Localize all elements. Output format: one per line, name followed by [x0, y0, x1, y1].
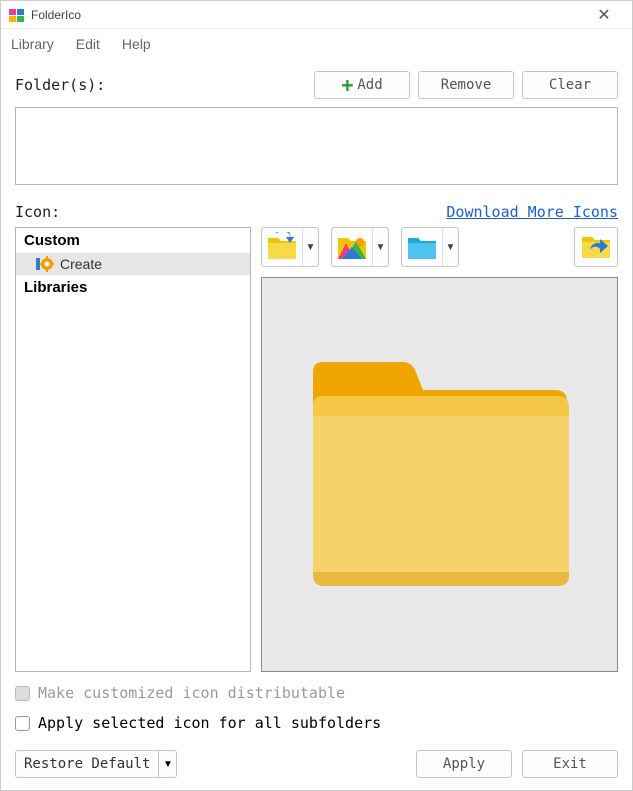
palette-color-dropdown[interactable]: ▼ [331, 227, 389, 267]
folders-list[interactable] [15, 107, 618, 185]
palette-row: ▼ ▼ ▼ [261, 227, 618, 267]
mid-section: Custom Create Libraries [15, 227, 618, 672]
titlebar: FolderIco ✕ [1, 1, 632, 29]
share-folder-icon [580, 231, 612, 264]
clear-button[interactable]: Clear [522, 71, 618, 99]
exit-button[interactable]: Exit [522, 750, 618, 778]
right-column: ▼ ▼ ▼ [261, 227, 618, 672]
icon-preview [261, 277, 618, 672]
icon-library-sidebar: Custom Create Libraries [15, 227, 251, 672]
menu-library[interactable]: Library [11, 36, 54, 52]
folder-preview-icon [295, 350, 585, 600]
remove-button[interactable]: Remove [418, 71, 514, 99]
apply-button[interactable]: Apply [416, 750, 512, 778]
chevron-down-icon: ▼ [372, 228, 388, 266]
subfolders-row: Apply selected icon for all subfolders [15, 714, 618, 732]
folders-label: Folder(s): [15, 76, 306, 94]
chevron-down-icon: ▼ [158, 751, 176, 777]
blue-folder-icon [402, 228, 442, 266]
menu-edit[interactable]: Edit [76, 36, 100, 52]
window-title: FolderIco [31, 8, 584, 22]
distributable-checkbox [15, 686, 30, 701]
restore-default-dropdown[interactable]: Restore Default ▼ [15, 750, 177, 778]
palette-left: ▼ ▼ ▼ [261, 227, 459, 267]
menubar: Library Edit Help [1, 29, 632, 59]
subfolders-checkbox[interactable] [15, 716, 30, 731]
palette-download-dropdown[interactable]: ▼ [261, 227, 319, 267]
icon-label: Icon: [15, 203, 60, 221]
content: Folder(s): + Add Remove Clear Icon: Down… [1, 59, 632, 790]
add-label: Add [357, 77, 382, 93]
palette-blue-dropdown[interactable]: ▼ [401, 227, 459, 267]
sidebar-item-create[interactable]: Create [16, 253, 250, 275]
share-button[interactable] [574, 227, 618, 267]
chevron-down-icon: ▼ [302, 228, 318, 266]
distributable-row: Make customized icon distributable [15, 684, 618, 702]
group-libraries[interactable]: Libraries [16, 275, 250, 300]
footer: Restore Default ▼ Apply Exit [15, 750, 618, 778]
download-folder-icon [262, 228, 302, 266]
menu-help[interactable]: Help [122, 36, 151, 52]
subfolders-label: Apply selected icon for all subfolders [38, 714, 381, 732]
distributable-label: Make customized icon distributable [38, 684, 345, 702]
app-window: FolderIco ✕ Library Edit Help Folder(s):… [0, 0, 633, 791]
download-more-icons-link[interactable]: Download More Icons [446, 203, 618, 221]
gear-icon [36, 255, 54, 273]
chevron-down-icon: ▼ [442, 228, 458, 266]
add-button[interactable]: + Add [314, 71, 410, 99]
restore-label: Restore Default [16, 751, 158, 777]
icon-row: Icon: Download More Icons [15, 203, 618, 221]
color-folder-icon [332, 228, 372, 266]
folders-row: Folder(s): + Add Remove Clear [15, 71, 618, 99]
create-label: Create [60, 256, 102, 272]
group-custom[interactable]: Custom [16, 228, 250, 253]
app-logo-icon [9, 7, 25, 23]
close-button[interactable]: ✕ [584, 5, 624, 25]
plus-icon: + [341, 75, 353, 95]
